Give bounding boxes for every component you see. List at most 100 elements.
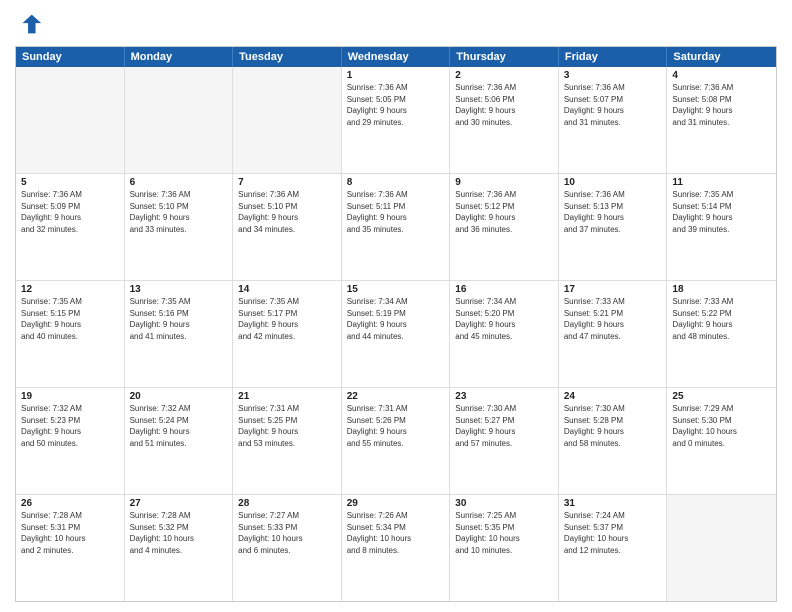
- day-info: Sunrise: 7:31 AM Sunset: 5:25 PM Dayligh…: [238, 403, 336, 449]
- calendar: SundayMondayTuesdayWednesdayThursdayFrid…: [15, 46, 777, 602]
- calendar-cell: 18Sunrise: 7:33 AM Sunset: 5:22 PM Dayli…: [667, 281, 776, 387]
- calendar-cell: 19Sunrise: 7:32 AM Sunset: 5:23 PM Dayli…: [16, 388, 125, 494]
- calendar-cell: 3Sunrise: 7:36 AM Sunset: 5:07 PM Daylig…: [559, 67, 668, 173]
- day-number: 26: [21, 498, 119, 509]
- calendar-cell: 27Sunrise: 7:28 AM Sunset: 5:32 PM Dayli…: [125, 495, 234, 601]
- day-info: Sunrise: 7:34 AM Sunset: 5:20 PM Dayligh…: [455, 296, 553, 342]
- day-number: 19: [21, 391, 119, 402]
- calendar-cell: 2Sunrise: 7:36 AM Sunset: 5:06 PM Daylig…: [450, 67, 559, 173]
- day-number: 30: [455, 498, 553, 509]
- calendar-week-3: 19Sunrise: 7:32 AM Sunset: 5:23 PM Dayli…: [16, 388, 776, 495]
- day-number: 17: [564, 284, 662, 295]
- calendar-header: SundayMondayTuesdayWednesdayThursdayFrid…: [16, 47, 776, 67]
- day-number: 15: [347, 284, 445, 295]
- day-info: Sunrise: 7:27 AM Sunset: 5:33 PM Dayligh…: [238, 510, 336, 556]
- day-info: Sunrise: 7:36 AM Sunset: 5:13 PM Dayligh…: [564, 189, 662, 235]
- calendar-cell: 28Sunrise: 7:27 AM Sunset: 5:33 PM Dayli…: [233, 495, 342, 601]
- calendar-cell: [667, 495, 776, 601]
- calendar-cell: [16, 67, 125, 173]
- day-info: Sunrise: 7:32 AM Sunset: 5:23 PM Dayligh…: [21, 403, 119, 449]
- day-number: 6: [130, 177, 228, 188]
- day-number: 25: [672, 391, 771, 402]
- calendar-cell: 4Sunrise: 7:36 AM Sunset: 5:08 PM Daylig…: [667, 67, 776, 173]
- day-header-monday: Monday: [125, 47, 234, 67]
- day-number: 2: [455, 70, 553, 81]
- calendar-cell: 25Sunrise: 7:29 AM Sunset: 5:30 PM Dayli…: [667, 388, 776, 494]
- day-number: 24: [564, 391, 662, 402]
- calendar-cell: 17Sunrise: 7:33 AM Sunset: 5:21 PM Dayli…: [559, 281, 668, 387]
- day-header-friday: Friday: [559, 47, 668, 67]
- day-number: 14: [238, 284, 336, 295]
- calendar-week-0: 1Sunrise: 7:36 AM Sunset: 5:05 PM Daylig…: [16, 67, 776, 174]
- calendar-week-1: 5Sunrise: 7:36 AM Sunset: 5:09 PM Daylig…: [16, 174, 776, 281]
- day-info: Sunrise: 7:36 AM Sunset: 5:12 PM Dayligh…: [455, 189, 553, 235]
- day-number: 10: [564, 177, 662, 188]
- day-number: 22: [347, 391, 445, 402]
- day-info: Sunrise: 7:35 AM Sunset: 5:14 PM Dayligh…: [672, 189, 771, 235]
- day-number: 16: [455, 284, 553, 295]
- calendar-cell: 21Sunrise: 7:31 AM Sunset: 5:25 PM Dayli…: [233, 388, 342, 494]
- day-info: Sunrise: 7:34 AM Sunset: 5:19 PM Dayligh…: [347, 296, 445, 342]
- calendar-cell: 5Sunrise: 7:36 AM Sunset: 5:09 PM Daylig…: [16, 174, 125, 280]
- calendar-cell: [233, 67, 342, 173]
- day-info: Sunrise: 7:28 AM Sunset: 5:32 PM Dayligh…: [130, 510, 228, 556]
- day-info: Sunrise: 7:36 AM Sunset: 5:06 PM Dayligh…: [455, 82, 553, 128]
- calendar-cell: 22Sunrise: 7:31 AM Sunset: 5:26 PM Dayli…: [342, 388, 451, 494]
- calendar-week-2: 12Sunrise: 7:35 AM Sunset: 5:15 PM Dayli…: [16, 281, 776, 388]
- day-info: Sunrise: 7:36 AM Sunset: 5:10 PM Dayligh…: [238, 189, 336, 235]
- calendar-body: 1Sunrise: 7:36 AM Sunset: 5:05 PM Daylig…: [16, 67, 776, 601]
- day-number: 7: [238, 177, 336, 188]
- calendar-cell: 11Sunrise: 7:35 AM Sunset: 5:14 PM Dayli…: [667, 174, 776, 280]
- calendar-cell: 8Sunrise: 7:36 AM Sunset: 5:11 PM Daylig…: [342, 174, 451, 280]
- calendar-cell: 26Sunrise: 7:28 AM Sunset: 5:31 PM Dayli…: [16, 495, 125, 601]
- day-info: Sunrise: 7:35 AM Sunset: 5:16 PM Dayligh…: [130, 296, 228, 342]
- calendar-week-4: 26Sunrise: 7:28 AM Sunset: 5:31 PM Dayli…: [16, 495, 776, 601]
- day-number: 31: [564, 498, 662, 509]
- calendar-cell: 14Sunrise: 7:35 AM Sunset: 5:17 PM Dayli…: [233, 281, 342, 387]
- day-number: 8: [347, 177, 445, 188]
- calendar-cell: 23Sunrise: 7:30 AM Sunset: 5:27 PM Dayli…: [450, 388, 559, 494]
- day-info: Sunrise: 7:24 AM Sunset: 5:37 PM Dayligh…: [564, 510, 662, 556]
- logo-icon: [15, 10, 43, 38]
- calendar-cell: [125, 67, 234, 173]
- calendar-cell: 1Sunrise: 7:36 AM Sunset: 5:05 PM Daylig…: [342, 67, 451, 173]
- day-number: 3: [564, 70, 662, 81]
- day-number: 1: [347, 70, 445, 81]
- day-info: Sunrise: 7:31 AM Sunset: 5:26 PM Dayligh…: [347, 403, 445, 449]
- calendar-cell: 9Sunrise: 7:36 AM Sunset: 5:12 PM Daylig…: [450, 174, 559, 280]
- day-info: Sunrise: 7:30 AM Sunset: 5:28 PM Dayligh…: [564, 403, 662, 449]
- day-info: Sunrise: 7:33 AM Sunset: 5:21 PM Dayligh…: [564, 296, 662, 342]
- day-number: 11: [672, 177, 771, 188]
- day-info: Sunrise: 7:35 AM Sunset: 5:15 PM Dayligh…: [21, 296, 119, 342]
- day-header-tuesday: Tuesday: [233, 47, 342, 67]
- day-header-saturday: Saturday: [667, 47, 776, 67]
- calendar-cell: 24Sunrise: 7:30 AM Sunset: 5:28 PM Dayli…: [559, 388, 668, 494]
- day-info: Sunrise: 7:35 AM Sunset: 5:17 PM Dayligh…: [238, 296, 336, 342]
- day-info: Sunrise: 7:28 AM Sunset: 5:31 PM Dayligh…: [21, 510, 119, 556]
- day-info: Sunrise: 7:26 AM Sunset: 5:34 PM Dayligh…: [347, 510, 445, 556]
- day-header-thursday: Thursday: [450, 47, 559, 67]
- calendar-cell: 31Sunrise: 7:24 AM Sunset: 5:37 PM Dayli…: [559, 495, 668, 601]
- day-info: Sunrise: 7:30 AM Sunset: 5:27 PM Dayligh…: [455, 403, 553, 449]
- day-number: 4: [672, 70, 771, 81]
- calendar-cell: 20Sunrise: 7:32 AM Sunset: 5:24 PM Dayli…: [125, 388, 234, 494]
- calendar-cell: 12Sunrise: 7:35 AM Sunset: 5:15 PM Dayli…: [16, 281, 125, 387]
- day-info: Sunrise: 7:36 AM Sunset: 5:11 PM Dayligh…: [347, 189, 445, 235]
- logo: [15, 10, 47, 38]
- header: [15, 10, 777, 38]
- day-info: Sunrise: 7:36 AM Sunset: 5:07 PM Dayligh…: [564, 82, 662, 128]
- day-info: Sunrise: 7:36 AM Sunset: 5:05 PM Dayligh…: [347, 82, 445, 128]
- page: SundayMondayTuesdayWednesdayThursdayFrid…: [0, 0, 792, 612]
- day-info: Sunrise: 7:36 AM Sunset: 5:08 PM Dayligh…: [672, 82, 771, 128]
- day-number: 27: [130, 498, 228, 509]
- calendar-cell: 13Sunrise: 7:35 AM Sunset: 5:16 PM Dayli…: [125, 281, 234, 387]
- day-number: 21: [238, 391, 336, 402]
- day-number: 20: [130, 391, 228, 402]
- calendar-cell: 16Sunrise: 7:34 AM Sunset: 5:20 PM Dayli…: [450, 281, 559, 387]
- day-number: 23: [455, 391, 553, 402]
- day-info: Sunrise: 7:33 AM Sunset: 5:22 PM Dayligh…: [672, 296, 771, 342]
- day-number: 18: [672, 284, 771, 295]
- calendar-cell: 6Sunrise: 7:36 AM Sunset: 5:10 PM Daylig…: [125, 174, 234, 280]
- calendar-cell: 29Sunrise: 7:26 AM Sunset: 5:34 PM Dayli…: [342, 495, 451, 601]
- calendar-cell: 7Sunrise: 7:36 AM Sunset: 5:10 PM Daylig…: [233, 174, 342, 280]
